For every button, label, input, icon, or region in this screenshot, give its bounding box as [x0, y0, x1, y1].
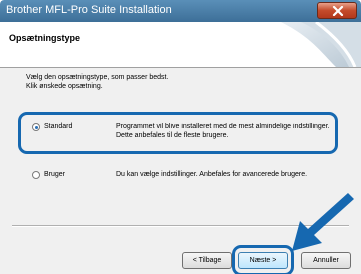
- close-button[interactable]: [317, 2, 357, 19]
- bruger-description: Du kan vælge indstillinger. Anbefales fo…: [116, 171, 308, 178]
- instruction-text-2: Klik ønskede opsætning.: [26, 83, 103, 90]
- header-panel: Opsætningstype: [0, 22, 361, 68]
- content-area: Vælg den opsætningstype, som passer beds…: [0, 68, 361, 274]
- next-button[interactable]: Næste >: [238, 252, 288, 269]
- radio-standard[interactable]: [32, 123, 40, 131]
- page-title: Opsætningstype: [9, 33, 81, 43]
- back-button[interactable]: < Tilbage: [182, 252, 232, 269]
- installer-window: Brother MFL-Pro Suite Installation Opsæt…: [0, 0, 361, 274]
- cancel-button[interactable]: Annuller: [301, 252, 351, 269]
- close-icon: [332, 6, 344, 16]
- standard-description-1: Programmet vil blive installeret med de …: [116, 123, 330, 130]
- swoosh-graphic: [281, 22, 361, 67]
- radio-bruger[interactable]: [32, 171, 40, 179]
- window-title: Brother MFL-Pro Suite Installation: [6, 4, 172, 16]
- title-bar[interactable]: Brother MFL-Pro Suite Installation: [0, 0, 361, 22]
- radio-label-bruger[interactable]: Bruger: [44, 171, 65, 178]
- radio-label-standard[interactable]: Standard: [44, 123, 72, 130]
- standard-description-2: Dette anbefales til de fleste brugere.: [116, 132, 229, 139]
- instruction-text-1: Vælg den opsætningstype, som passer beds…: [26, 74, 169, 81]
- pointer-arrow-icon: [292, 193, 354, 251]
